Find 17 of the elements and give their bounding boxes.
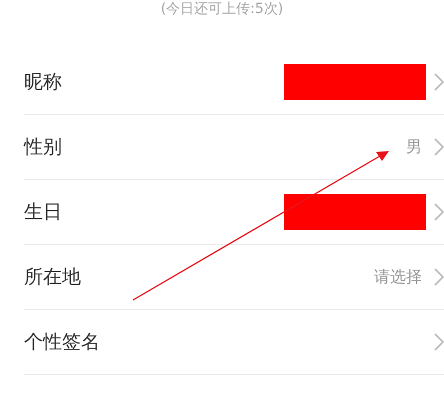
row-label: 生日 xyxy=(24,200,63,225)
chevron-icon xyxy=(434,333,444,351)
row-value: 请选择 xyxy=(374,266,422,288)
row-label: 个性签名 xyxy=(24,330,101,355)
settings-row[interactable]: 所在地 请选择 xyxy=(24,245,444,310)
chevron-icon xyxy=(434,268,444,286)
row-value: 男 xyxy=(406,136,422,158)
chevron-icon xyxy=(434,203,444,221)
row-label: 昵称 xyxy=(24,70,63,95)
settings-row[interactable]: 生日 xyxy=(24,180,444,245)
upload-hint: (今日还可上传:5次) xyxy=(160,1,284,17)
chevron-icon xyxy=(434,138,444,156)
row-label: 所在地 xyxy=(24,265,82,290)
row-label: 性别 xyxy=(24,135,63,160)
chevron-icon xyxy=(434,73,444,91)
settings-row[interactable]: 昵称 xyxy=(24,50,444,115)
settings-row[interactable]: 个性签名 xyxy=(24,310,444,375)
